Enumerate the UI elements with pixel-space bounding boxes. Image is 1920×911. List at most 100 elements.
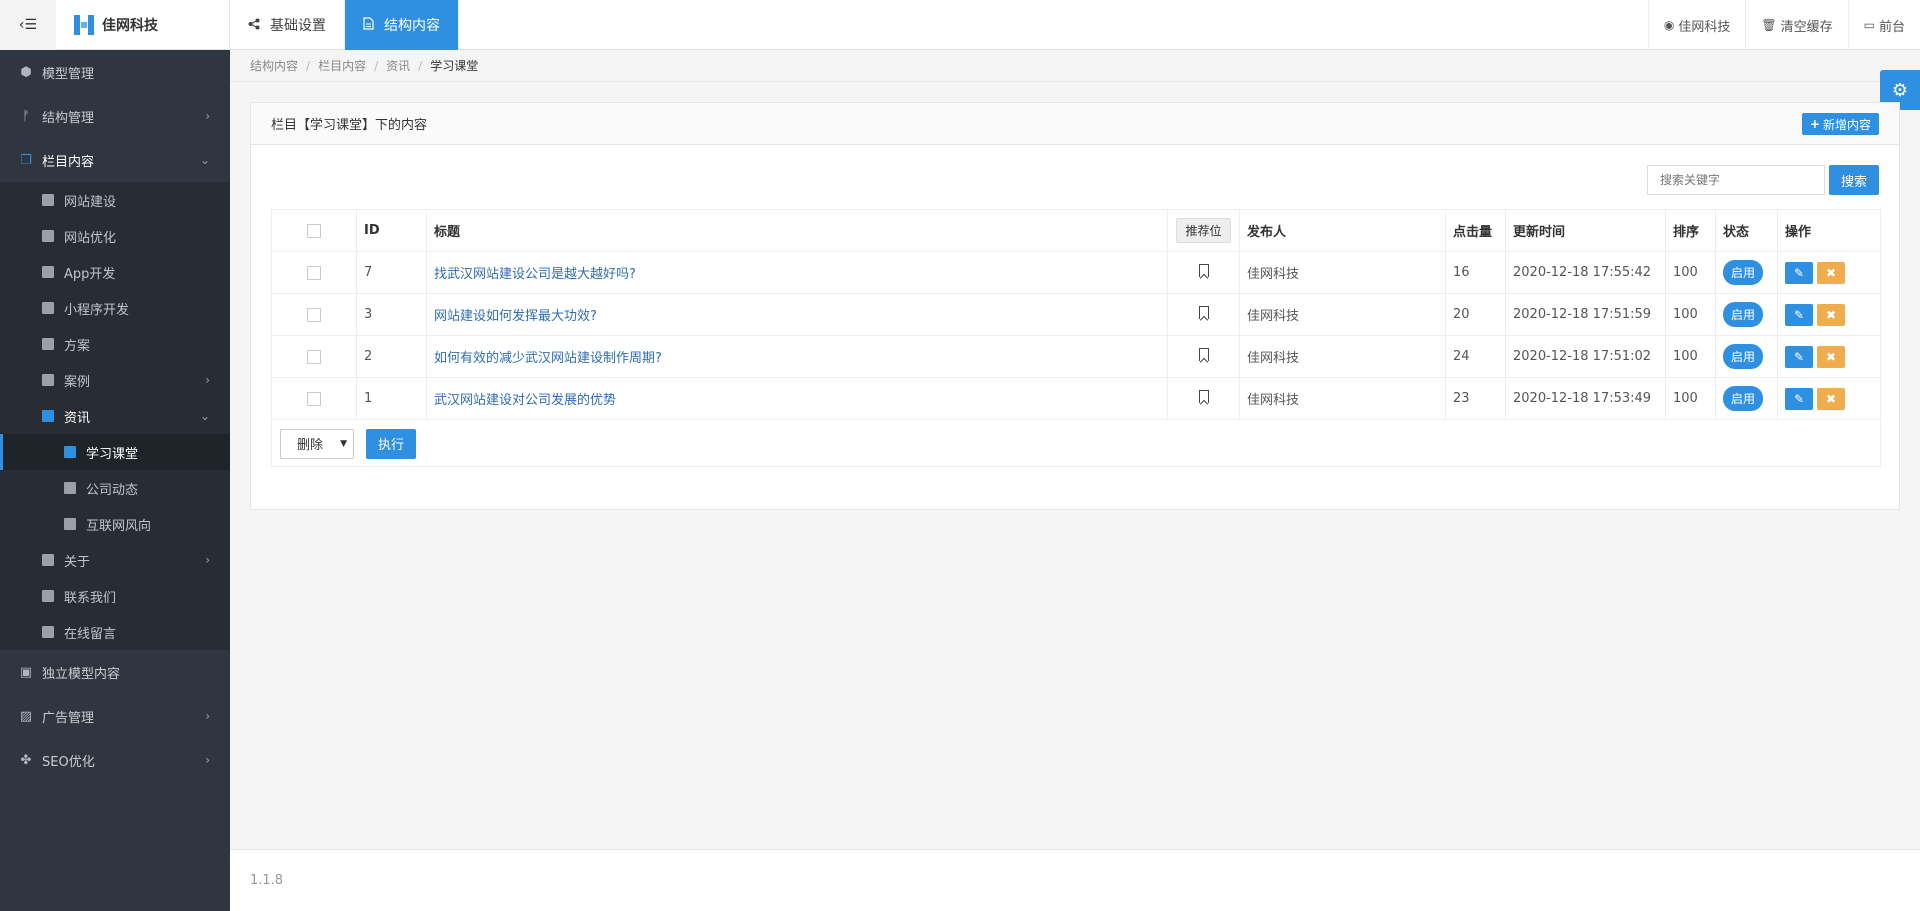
- row-checkbox[interactable]: [307, 307, 321, 322]
- close-icon: ✖: [1825, 391, 1837, 406]
- sidebar-item-seo[interactable]: ✤ SEO优化 ›: [0, 738, 230, 782]
- close-icon: ✖: [1825, 307, 1837, 322]
- row-checkbox[interactable]: [307, 265, 321, 280]
- delete-button[interactable]: ✖: [1817, 303, 1845, 326]
- bookmark-icon[interactable]: [1198, 264, 1209, 277]
- row-updated: 2020-12-18 17:55:42: [1505, 251, 1666, 294]
- status-toggle-button[interactable]: 启用: [1723, 302, 1764, 327]
- page-icon: [64, 446, 76, 458]
- sidebar-item-learning-class[interactable]: 学习课堂: [0, 434, 230, 470]
- row-title-link[interactable]: 如何有效的减少武汉网站建设制作周期?: [434, 351, 662, 366]
- sidebar-item-miniprogram-dev[interactable]: 小程序开发: [0, 290, 230, 326]
- paw-icon: ✤: [20, 752, 32, 768]
- row-author: 佳网科技: [1239, 251, 1446, 294]
- sidebar-item-cases[interactable]: 案例 ›: [0, 362, 230, 398]
- tab-basic-settings[interactable]: 基础设置: [230, 0, 345, 50]
- row-title-cell: 网站建设如何发挥最大功效?: [426, 293, 1168, 336]
- row-title-link[interactable]: 网站建设如何发挥最大功效?: [434, 309, 597, 324]
- edit-button[interactable]: ✎: [1785, 387, 1813, 410]
- laptop-icon: ▭: [1863, 18, 1875, 32]
- chevron-right-icon: ›: [205, 109, 210, 123]
- edit-button[interactable]: ✎: [1785, 261, 1813, 284]
- delete-button[interactable]: ✖: [1817, 387, 1845, 410]
- col-recommend: 推荐位: [1167, 209, 1240, 252]
- document-icon: [363, 17, 374, 33]
- edit-button[interactable]: ✎: [1785, 303, 1813, 326]
- page-icon: [64, 518, 76, 530]
- search-button[interactable]: 搜索: [1828, 165, 1879, 195]
- row-title-link[interactable]: 武汉网站建设对公司发展的优势: [434, 393, 616, 408]
- version-text: 1.1.8: [250, 873, 284, 888]
- col-hits[interactable]: 点击量: [1445, 209, 1506, 252]
- add-content-button[interactable]: + 新增内容: [1801, 113, 1879, 135]
- edit-button[interactable]: ✎: [1785, 345, 1813, 368]
- delete-button[interactable]: ✖: [1817, 345, 1845, 368]
- batch-action-select[interactable]: 删除 ▼: [280, 428, 354, 459]
- col-status[interactable]: 状态: [1715, 209, 1778, 252]
- row-sort: 100: [1665, 335, 1716, 378]
- sidebar-item-online-message[interactable]: 在线留言: [0, 614, 230, 650]
- bookmark-icon[interactable]: [1198, 390, 1209, 403]
- execute-label: 执行: [378, 438, 405, 453]
- col-author[interactable]: 发布人: [1239, 209, 1446, 252]
- select-all-cell: [271, 209, 357, 252]
- sidebar-item-website-optimize[interactable]: 网站优化: [0, 218, 230, 254]
- sidebar-item-app-dev[interactable]: App开发: [0, 254, 230, 290]
- delete-button[interactable]: ✖: [1817, 261, 1845, 284]
- execute-button[interactable]: 执行: [366, 428, 417, 459]
- clear-cache-button[interactable]: 🗑 清空缓存: [1745, 0, 1847, 50]
- sidebar-item-structure-management[interactable]: ᚠ 结构管理 ›: [0, 94, 230, 138]
- bookmark-icon[interactable]: [1198, 348, 1209, 361]
- user-menu[interactable]: ◉ 佳网科技: [1647, 0, 1746, 50]
- row-hits: 24: [1445, 335, 1506, 378]
- recommend-badge[interactable]: 推荐位: [1176, 218, 1231, 243]
- breadcrumb-item[interactable]: 栏目内容: [318, 57, 366, 74]
- sidebar-item-internet-trends[interactable]: 互联网风向: [0, 506, 230, 542]
- row-recommend-cell: [1167, 251, 1240, 294]
- sidebar-item-label: 广告管理: [42, 710, 95, 726]
- add-content-label: 新增内容: [1822, 117, 1871, 132]
- sidebar-item-about[interactable]: 关于 ›: [0, 542, 230, 578]
- sidebar-toggle-button[interactable]: ‹☰: [0, 0, 56, 50]
- select-all-checkbox[interactable]: [307, 223, 321, 238]
- row-title-link[interactable]: 找武汉网站建设公司是越大越好吗?: [434, 267, 636, 282]
- sidebar-item-company-news[interactable]: 公司动态: [0, 470, 230, 506]
- sidebar-item-solutions[interactable]: 方案: [0, 326, 230, 362]
- sidebar-item-contact[interactable]: 联系我们: [0, 578, 230, 614]
- trash-icon: 🗑: [1761, 18, 1777, 32]
- bookmark-icon[interactable]: [1198, 306, 1209, 319]
- sidebar: ⬢ 模型管理 ᚠ 结构管理 › ❐ 栏目内容 ⌄ 网站建设 网站优化 App开发…: [0, 50, 230, 911]
- sidebar-item-website-build[interactable]: 网站建设: [0, 182, 230, 218]
- status-toggle-button[interactable]: 启用: [1723, 344, 1764, 369]
- col-title[interactable]: 标题: [426, 209, 1168, 252]
- sidebar-item-model-management[interactable]: ⬢ 模型管理: [0, 50, 230, 94]
- row-checkbox[interactable]: [307, 349, 321, 364]
- breadcrumb-item[interactable]: 结构内容: [250, 57, 298, 74]
- row-ops-cell: ✎ ✖: [1777, 251, 1881, 294]
- sidebar-item-news[interactable]: 资讯 ⌄: [0, 398, 230, 434]
- chevron-down-icon: ⌄: [199, 409, 210, 423]
- frontend-label: 前台: [1878, 19, 1905, 35]
- sidebar-item-label: 小程序开发: [64, 302, 130, 318]
- close-icon: ✖: [1825, 265, 1837, 280]
- sidebar-item-label: 学习课堂: [86, 446, 139, 462]
- col-id[interactable]: ID: [356, 209, 427, 252]
- sidebar-item-label: 栏目内容: [42, 154, 95, 170]
- breadcrumb-item[interactable]: 资讯: [386, 57, 410, 74]
- row-checkbox[interactable]: [307, 391, 321, 406]
- status-toggle-button[interactable]: 启用: [1723, 260, 1764, 285]
- tab-structure-content[interactable]: 结构内容: [345, 0, 459, 50]
- brand[interactable]: 佳网科技: [56, 0, 230, 50]
- sidebar-item-column-content[interactable]: ❐ 栏目内容 ⌄: [0, 138, 230, 182]
- sidebar-item-ads[interactable]: ▨ 广告管理 ›: [0, 694, 230, 738]
- row-sort: 100: [1665, 377, 1716, 420]
- col-updated[interactable]: 更新时间: [1505, 209, 1666, 252]
- col-sort[interactable]: 排序: [1665, 209, 1716, 252]
- page-icon: [42, 302, 54, 314]
- sidebar-item-standalone-model[interactable]: ▣ 独立模型内容: [0, 650, 230, 694]
- frontend-link[interactable]: ▭ 前台: [1847, 0, 1920, 50]
- row-id: 1: [356, 377, 427, 420]
- status-toggle-button[interactable]: 启用: [1723, 386, 1764, 411]
- search-input[interactable]: [1646, 165, 1825, 195]
- batch-action-bar: 删除 ▼ 执行: [271, 421, 1881, 467]
